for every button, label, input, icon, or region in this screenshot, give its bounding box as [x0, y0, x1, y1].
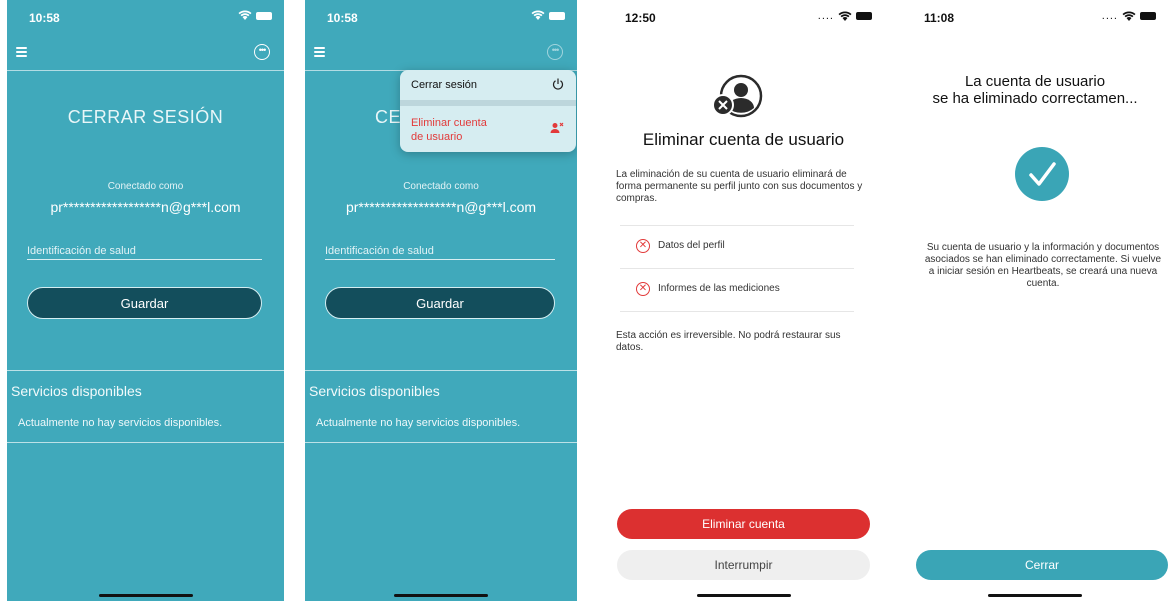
cancel-button[interactable]: Interrumpir	[617, 550, 870, 580]
irreversible-warning: Esta acción es irreversible. No podrá re…	[616, 330, 841, 353]
status-bar: 10:58	[7, 0, 284, 36]
menu-item-label: Cerrar sesión	[411, 79, 478, 91]
health-id-input[interactable]	[27, 243, 262, 260]
battery-icon	[256, 11, 272, 20]
status-time: 10:58	[29, 11, 60, 25]
list-item-label: Informes de las mediciones	[658, 283, 780, 294]
x-circle-icon: ✕	[636, 239, 650, 253]
divider	[7, 370, 284, 371]
user-email: pr******************n@g***l.com	[50, 199, 241, 215]
list-item: ✕ Datos del perfil	[620, 225, 854, 268]
save-button[interactable]: Guardar	[325, 287, 555, 319]
status-time: 12:50	[625, 11, 656, 25]
close-button[interactable]: Cerrar	[916, 550, 1168, 580]
status-time: 11:08	[924, 11, 955, 25]
status-icons: ....	[1102, 10, 1156, 22]
power-icon	[552, 78, 564, 90]
nav-bar: •••	[305, 36, 577, 71]
title-line: se ha eliminado correctamen...	[932, 90, 1138, 107]
screen-account-deleted: 11:08 .... La cuenta de usuario se ha el…	[902, 0, 1168, 601]
battery-icon	[549, 11, 565, 20]
services-title: Servicios disponibles	[11, 383, 142, 399]
status-icons	[531, 10, 565, 21]
screen-logout-menu: 10:58 ••• CE Conectado como pr**********…	[305, 0, 577, 601]
services-title: Servicios disponibles	[309, 383, 440, 399]
user-delete-avatar-icon	[712, 74, 763, 118]
signal-icon: ....	[817, 10, 834, 22]
divider	[305, 370, 577, 371]
status-bar: 12:50 ....	[603, 0, 884, 36]
user-remove-icon	[550, 122, 564, 133]
battery-icon	[856, 12, 872, 20]
wifi-icon	[838, 10, 852, 21]
success-message: Su cuenta de usuario y la información y …	[924, 242, 1162, 289]
user-email: pr******************n@g***l.com	[345, 199, 537, 215]
x-circle-icon: ✕	[636, 282, 650, 296]
hamburger-menu-icon[interactable]	[16, 47, 27, 59]
screen-logout: 10:58 ••• CERRAR SESIÓN Conectado como p…	[7, 0, 284, 601]
status-bar: 11:08 ....	[902, 0, 1168, 36]
services-text: Actualmente no hay servicios disponibles…	[316, 417, 521, 429]
status-icons: ....	[818, 10, 872, 22]
wifi-icon	[238, 10, 252, 20]
services-text: Actualmente no hay servicios disponibles…	[18, 417, 223, 429]
status-time: 10:58	[327, 11, 358, 25]
list-item-label: Datos del perfil	[658, 240, 725, 251]
save-button[interactable]: Guardar	[27, 287, 262, 319]
success-check-icon	[1015, 147, 1069, 201]
screen-delete-account: 12:50 .... Eliminar cuenta de usuario La…	[603, 0, 884, 601]
wifi-icon	[531, 10, 545, 20]
nav-bar: •••	[7, 36, 284, 71]
divider	[7, 442, 284, 443]
page-title: La cuenta de usuario se ha eliminado cor…	[902, 73, 1168, 107]
options-popup-menu: Cerrar sesión Eliminar cuenta de usuario	[400, 70, 576, 152]
status-icons	[238, 10, 272, 21]
delete-description: La eliminación de su cuenta de usuario e…	[616, 169, 863, 204]
delete-account-button[interactable]: Eliminar cuenta	[617, 509, 870, 539]
status-bar: 10:58	[305, 0, 577, 36]
hamburger-menu-icon[interactable]	[314, 47, 325, 59]
more-options-icon[interactable]: •••	[547, 44, 563, 60]
signal-icon: ....	[1101, 10, 1118, 22]
wifi-icon	[1122, 10, 1136, 21]
home-indicator	[696, 594, 791, 597]
menu-item-delete-account[interactable]: Eliminar cuenta de usuario	[400, 106, 576, 152]
connected-as-label: Conectado como	[403, 181, 479, 192]
connected-as-label: Conectado como	[107, 181, 184, 192]
list-item: ✕ Informes de las mediciones	[620, 268, 854, 312]
home-indicator	[394, 594, 488, 597]
title-line: La cuenta de usuario	[964, 73, 1106, 90]
menu-item-label: Eliminar cuenta de usuario	[411, 117, 487, 143]
page-title: CERRAR SESIÓN	[67, 107, 224, 127]
divider	[305, 442, 577, 443]
home-indicator	[98, 594, 193, 597]
health-id-input[interactable]	[325, 243, 555, 260]
home-indicator	[988, 594, 1082, 597]
more-options-icon[interactable]: •••	[254, 44, 270, 60]
page-title: Eliminar cuenta de usuario	[642, 130, 845, 149]
menu-item-logout[interactable]: Cerrar sesión	[400, 70, 576, 106]
battery-icon	[1140, 12, 1156, 20]
